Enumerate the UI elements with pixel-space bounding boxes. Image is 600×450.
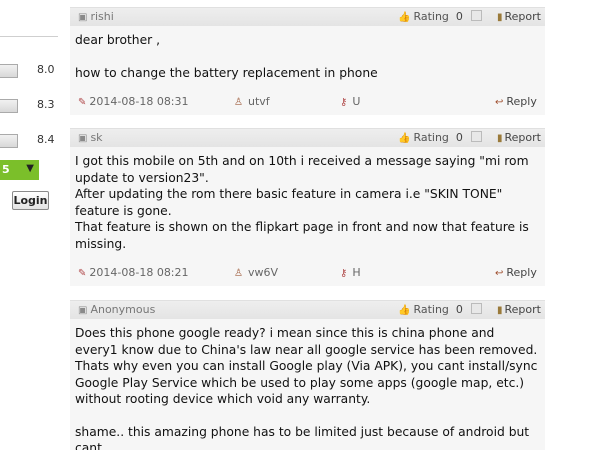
reply-link[interactable]: ↩ Reply	[495, 95, 537, 108]
reply-label: Reply	[506, 266, 537, 279]
thumb-up-icon: 👍	[398, 12, 411, 23]
comment-text: dear brother ,	[75, 33, 161, 47]
comment-verify-code: ⚷ U	[340, 95, 360, 108]
rating-control[interactable]: 👍 Rating 0	[398, 303, 482, 316]
comment-text: That feature is shown on the flipkart pa…	[75, 220, 529, 251]
rating-control[interactable]: 👍 Rating 0	[398, 131, 482, 144]
comment-author-name: Anonymous	[90, 303, 156, 316]
rating-value: 8.0	[37, 63, 55, 76]
comment-text	[75, 49, 540, 65]
flag-icon: ▮	[497, 12, 503, 23]
sidebar-divider	[0, 36, 58, 37]
comment-footer: ✎ 2014-08-18 08:31 ♙ utvf ⚷ U ↩ Reply	[70, 93, 545, 111]
rating-count: 0	[455, 303, 463, 316]
rating-control[interactable]: 👍 Rating 0	[398, 10, 482, 23]
key-icon: ⚷	[340, 268, 348, 279]
rating-bar	[0, 99, 18, 113]
comment-date-text: 2014-08-18 08:31	[89, 95, 189, 108]
verify-code-text: H	[352, 266, 361, 279]
key-icon: ⚷	[340, 97, 348, 108]
comment-verify-code: ⚷ H	[340, 266, 361, 279]
rating-row: 8.3	[0, 96, 60, 116]
comment-footer: ✎ 2014-08-18 08:21 ♙ vw6V ⚷ H ↩ Reply	[70, 264, 545, 282]
report-label: Report	[504, 131, 541, 144]
comment-card: ▣ Anonymous 👍 Rating 0 ▮ Report Does this ph…	[70, 300, 545, 450]
report-label: Report	[504, 303, 541, 316]
rating-count: 0	[455, 131, 463, 144]
flag-icon: ▮	[497, 133, 503, 144]
comment-body: I got this mobile on 5th and on 10th i r…	[75, 153, 540, 252]
comment-card: ▣ rishi 👍 Rating 0 ▮ Report dear brother , h…	[70, 7, 545, 115]
rating-bar	[0, 134, 18, 148]
comment-author: ▣ Anonymous	[78, 303, 155, 316]
rating-count: 0	[455, 10, 463, 23]
pencil-icon: ✎	[78, 268, 87, 279]
flag-icon: ▮	[497, 305, 503, 316]
reply-icon: ↩	[495, 268, 504, 279]
report-link[interactable]: ▮ Report	[497, 131, 541, 144]
comment-author-name: sk	[90, 131, 103, 144]
score-select-value: 5	[2, 163, 10, 176]
rating-row: 8.0	[0, 61, 60, 81]
thumb-up-icon: 👍	[398, 305, 411, 316]
comment-header: ▣ Anonymous 👍 Rating 0 ▮ Report	[70, 300, 545, 319]
rating-label: Rating	[413, 303, 449, 316]
rating-value: 8.3	[37, 98, 55, 111]
comment-author-name: rishi	[90, 10, 114, 23]
comment-text: After updating the rom there basic featu…	[75, 187, 503, 218]
comment-text	[75, 408, 540, 424]
comment-header: ▣ rishi 👍 Rating 0 ▮ Report	[70, 7, 545, 26]
person-icon: ♙	[234, 268, 243, 279]
login-button[interactable]: Login	[12, 191, 49, 210]
thumb-up-icon: 👍	[398, 133, 411, 144]
comment-card: ▣ sk 👍 Rating 0 ▮ Report I got this mobile o…	[70, 128, 545, 286]
comment-text: shame.. this amazing phone has to be lim…	[75, 424, 530, 450]
comment-text: I got this mobile on 5th and on 10th i r…	[75, 154, 529, 185]
person-icon: ♙	[234, 97, 243, 108]
rating-row: 8.4	[0, 131, 60, 151]
sidebar-fragment: 8.0 8.3 8.4 5 ▼ Login	[0, 0, 60, 450]
report-link[interactable]: ▮ Report	[497, 303, 541, 316]
user-icon: ▣	[78, 305, 88, 316]
rate-checkbox[interactable]	[470, 10, 482, 21]
report-label: Report	[504, 10, 541, 23]
rating-bar	[0, 64, 18, 78]
comment-date-text: 2014-08-18 08:21	[89, 266, 189, 279]
verify-code-text: U	[352, 95, 361, 108]
comment-text: Does this phone google ready? i mean sin…	[75, 326, 538, 406]
rating-value: 8.4	[37, 133, 55, 146]
chevron-down-icon: ▼	[26, 163, 34, 174]
reply-label: Reply	[506, 95, 537, 108]
comment-text: how to change the battery replacement in…	[75, 65, 378, 80]
comment-header: ▣ sk 👍 Rating 0 ▮ Report	[70, 128, 545, 147]
rate-checkbox[interactable]	[470, 303, 482, 314]
rating-label: Rating	[413, 10, 449, 23]
rate-checkbox[interactable]	[470, 131, 482, 142]
user-code-text: vw6V	[247, 266, 278, 279]
score-select[interactable]: 5 ▼	[0, 160, 39, 180]
comment-user-code: ♙ vw6V	[234, 266, 278, 279]
user-icon: ▣	[78, 133, 88, 144]
comment-body: Does this phone google ready? i mean sin…	[75, 325, 540, 450]
comment-date: ✎ 2014-08-18 08:21	[78, 266, 189, 279]
comment-author: ▣ rishi	[78, 10, 114, 23]
user-icon: ▣	[78, 12, 88, 23]
comment-body: dear brother , how to change the battery…	[75, 32, 540, 81]
reply-link[interactable]: ↩ Reply	[495, 266, 537, 279]
comment-date: ✎ 2014-08-18 08:31	[78, 95, 189, 108]
comment-author: ▣ sk	[78, 131, 103, 144]
reply-icon: ↩	[495, 97, 504, 108]
rating-label: Rating	[413, 131, 449, 144]
comment-user-code: ♙ utvf	[234, 95, 270, 108]
pencil-icon: ✎	[78, 97, 87, 108]
report-link[interactable]: ▮ Report	[497, 10, 541, 23]
user-code-text: utvf	[247, 95, 270, 108]
